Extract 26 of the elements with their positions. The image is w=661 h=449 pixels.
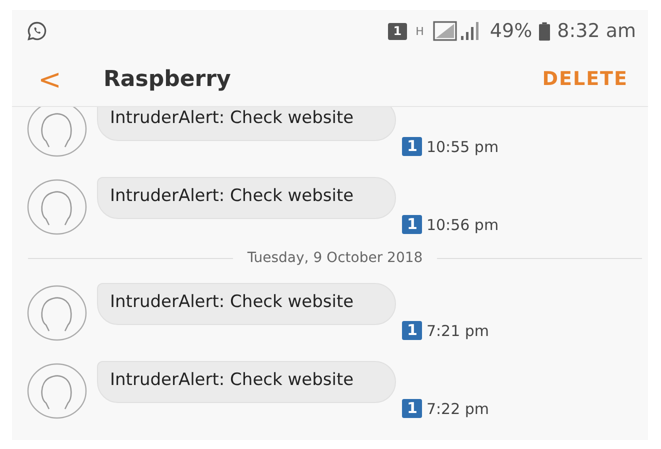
chat-icon (26, 20, 48, 42)
message-bubble: IntruderAlert: Check website (97, 177, 396, 219)
conversation-title: Raspberry (103, 66, 232, 92)
message-time: 10:56 pm (426, 216, 499, 234)
sim-badge: 1 (402, 399, 422, 418)
avatar-icon (27, 179, 87, 235)
sim-badge: 1 (388, 22, 407, 40)
message-bubble: IntruderAlert: Check website (97, 361, 396, 403)
avatar-icon (27, 285, 87, 341)
message-bubble: IntruderAlert: Check website (97, 283, 396, 325)
message-time: 10:55 pm (426, 138, 499, 156)
sim-badge: 1 (402, 321, 422, 340)
message-time: 7:21 pm (426, 322, 490, 340)
date-separator: Tuesday, 9 October 2018 (247, 250, 423, 266)
avatar-icon (27, 363, 87, 419)
message-time: 7:22 pm (426, 400, 490, 418)
clock: 8:32 am (557, 20, 636, 42)
sim-badge: 1 (402, 215, 422, 234)
battery-level: 49% (490, 20, 532, 42)
network-type: H (416, 24, 424, 38)
battery-icon (539, 22, 550, 40)
message-bubble: IntruderAlert: Check website (97, 107, 396, 141)
delete-button[interactable]: DELETE (542, 68, 628, 90)
back-button[interactable]: < (38, 62, 62, 96)
sim-badge: 1 (402, 137, 422, 156)
avatar-icon (27, 107, 87, 157)
